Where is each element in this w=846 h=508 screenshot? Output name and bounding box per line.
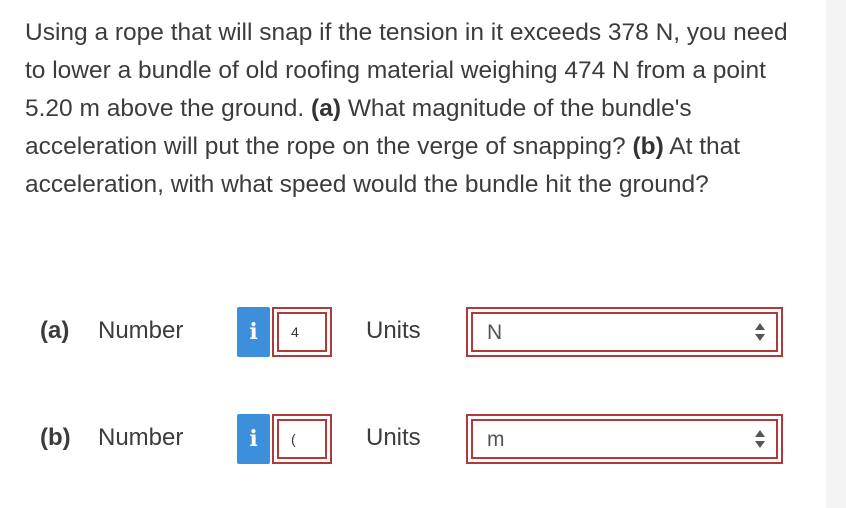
number-label: Number [98,424,184,451]
question-part-a-tag: (a) [311,95,341,122]
number-label: Number [98,317,184,344]
units-select[interactable]: N [466,307,783,357]
up-down-arrows-icon [755,323,765,341]
number-field-inner [277,419,327,459]
part-label: (a) [40,317,70,344]
info-icon[interactable]: i [237,414,270,464]
units-label: Units [366,317,421,344]
number-input[interactable] [279,421,325,457]
answer-row-b: (b) Number i Units m [40,414,800,466]
info-icon[interactable]: i [237,307,270,357]
number-input[interactable] [279,314,325,350]
number-field-frame [272,414,332,464]
answer-row-a: (a) Number i Units N [40,307,800,359]
units-selected-value: m [487,428,505,451]
number-field-frame [272,307,332,357]
question-part-b-tag: (b) [632,133,664,160]
number-field-inner [277,312,327,352]
units-label: Units [366,424,421,451]
question-text: Using a rope that will snap if the tensi… [25,14,805,204]
part-label: (b) [40,424,71,451]
units-select[interactable]: m [466,414,783,464]
units-select-inner: m [471,419,778,459]
page-right-margin [826,0,846,508]
units-selected-value: N [487,321,503,344]
units-select-inner: N [471,312,778,352]
up-down-arrows-icon [755,430,765,448]
